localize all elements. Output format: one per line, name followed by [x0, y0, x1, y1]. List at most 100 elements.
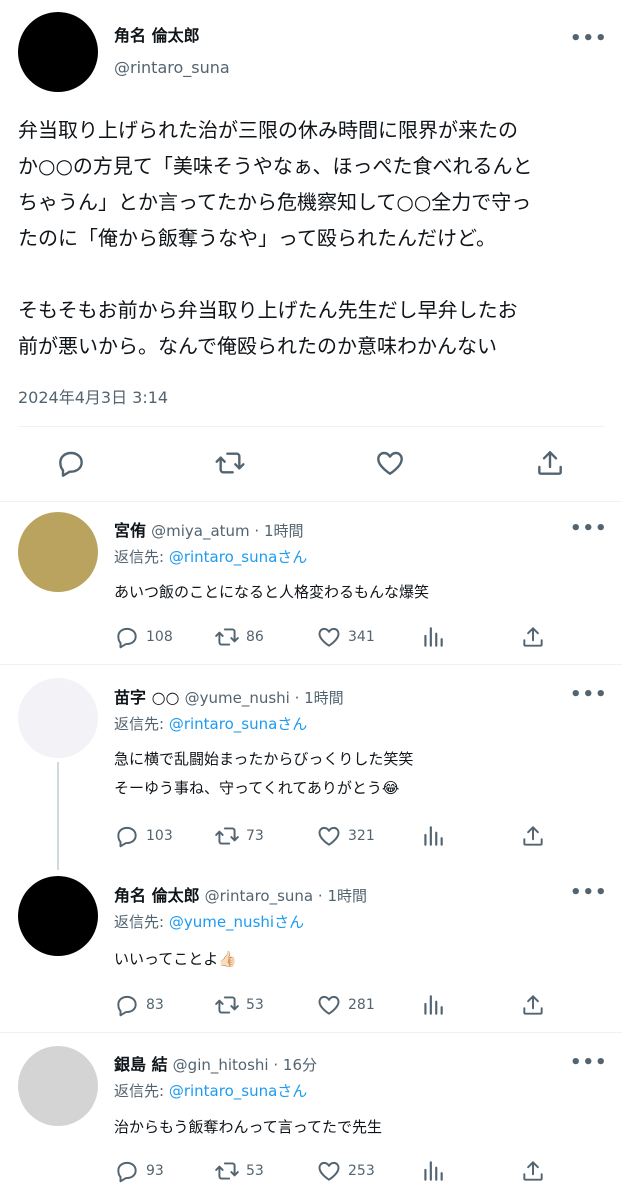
- post-line: [18, 256, 618, 292]
- reply-to-prefix: 返信先:: [114, 913, 169, 931]
- reply-button[interactable]: 83: [114, 992, 164, 1018]
- retweet-icon: [215, 827, 239, 845]
- post-time[interactable]: 1時間: [327, 887, 367, 905]
- reply-header: 銀島 結 @gin_hitoshi · 16分: [114, 1051, 317, 1075]
- post-line: たのに「俺から飯奪うなや」って殴られたんだけど。: [18, 226, 496, 250]
- avatar[interactable]: [18, 1046, 98, 1126]
- retweet-button[interactable]: 73: [214, 823, 264, 849]
- post-timestamp[interactable]: 2024年4月3日 3:14: [18, 384, 168, 408]
- bar-chart-icon: [424, 826, 443, 846]
- reply-count: 108: [146, 629, 173, 645]
- like-button[interactable]: 321: [316, 823, 375, 849]
- more-options-icon[interactable]: •••: [570, 684, 608, 705]
- reply-to-suffix: さん: [274, 913, 305, 931]
- author-name[interactable]: 角名 倫太郎: [114, 886, 200, 905]
- share-button[interactable]: [520, 624, 546, 650]
- reply-line: 治からもう飯奪わんって言ってたで先生: [114, 1118, 383, 1136]
- retweet-icon: [215, 1162, 239, 1180]
- heart-icon: [377, 451, 403, 475]
- retweet-button[interactable]: 53: [214, 992, 264, 1018]
- like-button[interactable]: 253: [316, 1158, 375, 1184]
- share-button[interactable]: [534, 447, 566, 479]
- like-count: 281: [348, 997, 375, 1013]
- author-name[interactable]: 宮侑: [114, 521, 146, 540]
- share-button[interactable]: [520, 1158, 546, 1184]
- reply-to-mention[interactable]: @yume_nushi: [169, 913, 274, 931]
- separator: ·: [289, 689, 305, 707]
- retweet-count: 53: [246, 1163, 264, 1179]
- reply-to-suffix: さん: [277, 715, 308, 733]
- reply-button[interactable]: 103: [114, 823, 173, 849]
- like-count: 253: [348, 1163, 375, 1179]
- divider: [18, 426, 604, 427]
- post-time[interactable]: 1時間: [304, 689, 344, 707]
- like-button[interactable]: [374, 447, 406, 479]
- share-icon: [523, 826, 543, 846]
- more-options-icon[interactable]: •••: [570, 28, 608, 49]
- reply-to-prefix: 返信先:: [114, 548, 169, 566]
- heart-icon: [318, 627, 340, 647]
- separator: ·: [268, 1056, 283, 1074]
- thread-connector: [57, 762, 59, 870]
- views-button[interactable]: [420, 992, 446, 1018]
- more-options-icon[interactable]: •••: [570, 1052, 608, 1073]
- more-options-icon[interactable]: •••: [570, 518, 608, 539]
- reply-icon: [117, 1161, 137, 1183]
- reply-count: 103: [146, 828, 173, 844]
- divider: [0, 501, 622, 502]
- reply-line: 急に横で乱闘始まったからびっくりした笑笑: [114, 750, 414, 768]
- avatar[interactable]: [18, 12, 98, 92]
- reply-line: そーゆう事ね、守ってくれてありがとう😂: [114, 779, 400, 797]
- reply-button[interactable]: 108: [114, 624, 173, 650]
- post-line: 弁当取り上げられた治が三限の休み時間に限界が来たの: [18, 118, 518, 142]
- retweet-icon: [215, 996, 239, 1014]
- avatar[interactable]: [18, 876, 98, 956]
- retweet-button[interactable]: [214, 447, 246, 479]
- views-button[interactable]: [420, 624, 446, 650]
- author-handle[interactable]: @rintaro_suna: [205, 887, 313, 905]
- post-line: ちゃうん」とか言ってたから危機察知して○○全力で守っ: [18, 190, 532, 214]
- share-button[interactable]: [520, 823, 546, 849]
- share-icon: [523, 627, 543, 647]
- post-time[interactable]: 1時間: [264, 522, 304, 540]
- reply-to-prefix: 返信先:: [114, 715, 169, 733]
- author-handle[interactable]: @rintaro_suna: [114, 58, 230, 77]
- reply-icon: [117, 826, 137, 848]
- divider: [0, 1032, 622, 1033]
- author-name[interactable]: 苗字 ○○: [114, 688, 180, 707]
- post-body: 弁当取り上げられた治が三限の休み時間に限界が来たの か○○の方見て「美味そうやな…: [18, 112, 618, 364]
- reply-body: 急に横で乱闘始まったからびっくりした笑笑 そーゆう事ね、守ってくれてありがとう😂: [114, 745, 413, 803]
- author-handle[interactable]: @miya_atum: [151, 522, 250, 540]
- author-name[interactable]: 角名 倫太郎: [114, 22, 200, 46]
- author-name[interactable]: 銀島 結: [114, 1055, 168, 1074]
- reply-to-mention[interactable]: @rintaro_suna: [169, 715, 277, 733]
- like-button[interactable]: 281: [316, 992, 375, 1018]
- reply-to-suffix: さん: [277, 1082, 308, 1100]
- more-options-icon[interactable]: •••: [570, 882, 608, 903]
- share-icon: [523, 995, 543, 1015]
- reply-line: あいつ飯のことになると人格変わるもんな爆笑: [114, 583, 430, 601]
- like-button[interactable]: 341: [316, 624, 375, 650]
- avatar[interactable]: [18, 678, 98, 758]
- separator: ·: [249, 522, 264, 540]
- author-handle[interactable]: @yume_nushi: [185, 689, 290, 707]
- reply-button[interactable]: 93: [114, 1158, 164, 1184]
- views-button[interactable]: [420, 823, 446, 849]
- reply-to-mention[interactable]: @rintaro_suna: [169, 1082, 277, 1100]
- reply-header: 角名 倫太郎 @rintaro_suna · 1時間: [114, 882, 367, 906]
- reply-button[interactable]: [55, 447, 87, 479]
- bar-chart-icon: [424, 995, 443, 1015]
- share-icon: [523, 1161, 543, 1181]
- retweet-button[interactable]: 53: [214, 1158, 264, 1184]
- reply-to-line: 返信先: @rintaro_sunaさん: [114, 546, 307, 567]
- reply-line: いいってことよ👍🏻: [114, 950, 237, 968]
- heart-icon: [318, 826, 340, 846]
- avatar[interactable]: [18, 512, 98, 592]
- views-button[interactable]: [420, 1158, 446, 1184]
- author-handle[interactable]: @gin_hitoshi: [173, 1056, 269, 1074]
- post-time[interactable]: 16分: [283, 1056, 317, 1074]
- share-button[interactable]: [520, 992, 546, 1018]
- retweet-button[interactable]: 86: [214, 624, 264, 650]
- reply-to-mention[interactable]: @rintaro_suna: [169, 548, 277, 566]
- like-count: 321: [348, 828, 375, 844]
